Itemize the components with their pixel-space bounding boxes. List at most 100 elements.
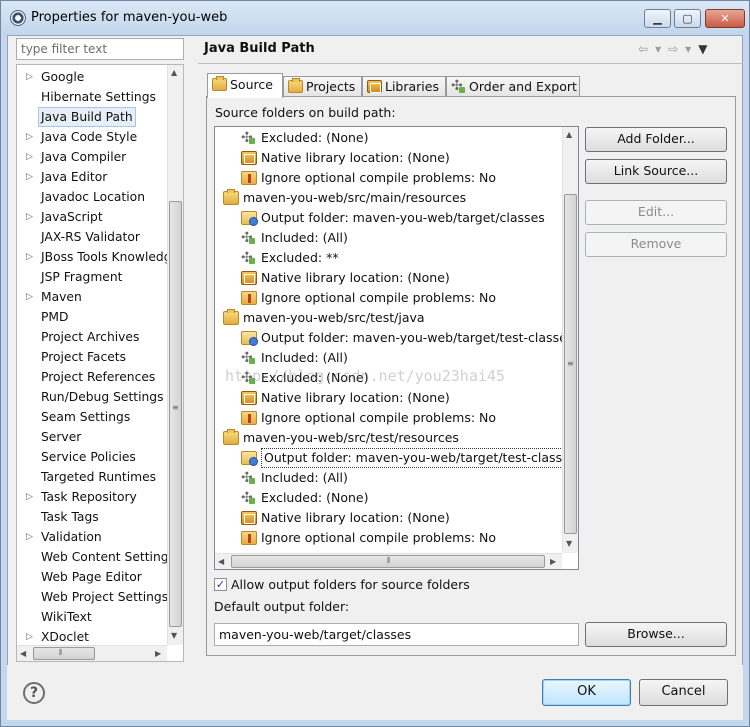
scroll-left-arrow-icon[interactable]: ◀ [20,649,26,658]
tree-item[interactable]: Web Page Editor [17,567,167,587]
tree-item[interactable]: Javadoc Location [17,187,167,207]
source-attribute-row[interactable]: Ignore optional compile problems: No [215,168,560,188]
expand-arrow-icon[interactable]: ▷ [26,487,33,507]
scroll-left-arrow-icon[interactable]: ◀ [218,557,224,566]
tab-libraries[interactable]: Libraries [362,76,446,97]
source-folders-tree[interactable]: Excluded: (None) Native library location:… [214,126,579,570]
source-attribute-row[interactable]: Native library location: (None) [215,148,560,168]
tree-item[interactable]: ▷ Google [17,67,167,87]
ok-button[interactable]: OK [542,679,631,706]
source-attribute-row[interactable]: Native library location: (None) [215,508,560,528]
source-attribute-row[interactable]: Ignore optional compile problems: No [215,408,560,428]
source-attribute-row[interactable]: Ignore optional compile problems: No [215,288,560,308]
expand-arrow-icon[interactable]: ▷ [26,167,33,187]
tree-item[interactable]: ▷ Maven [17,287,167,307]
tab-order-and-export[interactable]: Order and Export [446,76,580,97]
expand-arrow-icon[interactable]: ▷ [26,127,33,147]
expand-arrow-icon[interactable]: ▷ [26,527,33,547]
tree-item[interactable]: Server [17,427,167,447]
tree-item[interactable]: ▷ Validation [17,527,167,547]
tree-hscroll-thumb[interactable] [33,647,95,660]
tree-item[interactable]: Hibernate Settings [17,87,167,107]
source-attribute-row[interactable]: Native library location: (None) [215,388,560,408]
source-folder-row[interactable]: maven-you-web/src/test/resources [215,428,560,448]
tree-item[interactable]: Seam Settings [17,407,167,427]
source-vertical-scrollbar[interactable]: ▲ ≡ ▼ [562,127,578,553]
scroll-up-arrow-icon[interactable]: ▲ [171,68,177,77]
tree-item[interactable]: ▷ XDoclet [17,627,167,645]
link-source-button[interactable]: Link Source... [585,159,727,184]
tree-item[interactable]: Targeted Runtimes [17,467,167,487]
allow-output-folders-checkbox[interactable]: ✓ [214,578,227,591]
tab-source[interactable]: Source [207,73,283,98]
expand-arrow-icon[interactable]: ▷ [26,247,33,267]
scroll-down-arrow-icon[interactable]: ▼ [566,539,572,548]
view-menu-icon[interactable]: ▼ [698,42,707,56]
forward-arrow-icon[interactable]: ⇨ [668,42,678,56]
tree-item[interactable]: ▷ JBoss Tools Knowledge [17,247,167,267]
remove-button[interactable]: Remove [585,232,727,257]
source-attribute-row[interactable]: Included: (All) [215,468,560,488]
tree-item[interactable]: Task Tags [17,507,167,527]
tree-item[interactable]: Run/Debug Settings [17,387,167,407]
source-attribute-row[interactable]: Included: (All) [215,348,560,368]
hscroll-grip-icon: ⦀ [387,556,391,565]
source-attribute-row[interactable]: Output folder: maven-you-web/target/clas… [215,208,560,228]
tree-item[interactable]: JSP Fragment [17,267,167,287]
tree-scroll-thumb[interactable] [169,201,182,627]
tree-horizontal-scrollbar[interactable]: ◀ ⦀ ▶ [17,645,167,661]
source-attribute-row[interactable]: Output folder: maven-you-web/target/test… [215,448,578,468]
source-folder-row[interactable]: maven-you-web/src/test/java [215,308,560,328]
add-folder-button[interactable]: Add Folder... [585,127,727,152]
scroll-down-arrow-icon[interactable]: ▼ [171,631,177,640]
browse-button[interactable]: Browse... [585,622,727,647]
scroll-right-arrow-icon[interactable]: ▶ [155,649,161,658]
source-attribute-row[interactable]: Native library location: (None) [215,268,560,288]
source-horizontal-scrollbar[interactable]: ◀ ⦀ ▶ [215,553,562,569]
default-output-folder-field[interactable] [214,623,579,646]
expand-arrow-icon[interactable]: ▷ [26,147,33,167]
tree-item[interactable]: JAX-RS Validator [17,227,167,247]
back-arrow-icon[interactable]: ⇦ [638,42,648,56]
back-menu-icon[interactable]: ▾ [655,42,661,56]
source-folder-row[interactable]: maven-you-web/src/main/resources [215,188,560,208]
source-row-label: Native library location: (None) [261,270,450,285]
tree-item[interactable]: ▷ Task Repository [17,487,167,507]
scroll-up-arrow-icon[interactable]: ▲ [566,130,572,139]
tree-item[interactable]: Project Archives [17,327,167,347]
close-button[interactable]: ✕ [705,9,745,28]
expand-arrow-icon[interactable]: ▷ [26,67,33,87]
expand-arrow-icon[interactable]: ▷ [26,627,33,645]
filter-input[interactable] [16,38,184,60]
cancel-button[interactable]: Cancel [639,679,728,706]
edit-button[interactable]: Edit... [585,200,727,225]
source-attribute-row[interactable]: Excluded: (None) [215,128,560,148]
tree-item[interactable]: ▷ Java Editor [17,167,167,187]
tree-item[interactable]: ▷ Java Compiler [17,147,167,167]
source-attribute-row[interactable]: Included: (All) [215,228,560,248]
expand-arrow-icon[interactable]: ▷ [26,287,33,307]
expand-arrow-icon[interactable]: ▷ [26,207,33,227]
tab-projects[interactable]: Projects [283,76,362,97]
source-attribute-row[interactable]: Excluded: (None) [215,368,560,388]
forward-menu-icon[interactable]: ▾ [685,42,691,56]
tree-vertical-scrollbar[interactable]: ▲ ≡ ▼ [167,65,183,645]
tree-item[interactable]: PMD [17,307,167,327]
scroll-right-arrow-icon[interactable]: ▶ [550,557,556,566]
source-attribute-row[interactable]: Ignore optional compile problems: No [215,528,560,548]
maximize-button[interactable]: ▢ [674,9,701,28]
tree-item[interactable]: Web Content Settings [17,547,167,567]
tree-item[interactable]: Service Policies [17,447,167,467]
source-attribute-row[interactable]: Excluded: (None) [215,488,560,508]
tree-item[interactable]: Web Project Settings [17,587,167,607]
source-attribute-row[interactable]: Output folder: maven-you-web/target/test… [215,328,573,348]
tree-item[interactable]: WikiText [17,607,167,627]
tree-item[interactable]: Project Facets [17,347,167,367]
tree-item[interactable]: ▷ JavaScript [17,207,167,227]
help-icon[interactable]: ? [23,682,45,704]
minimize-button[interactable]: ▁ [644,9,671,28]
tree-item[interactable]: Project References [17,367,167,387]
tree-item[interactable]: ▷ Java Code Style [17,127,167,147]
tree-item[interactable]: Java Build Path [17,107,167,127]
source-attribute-row[interactable]: Excluded: ** [215,248,560,268]
